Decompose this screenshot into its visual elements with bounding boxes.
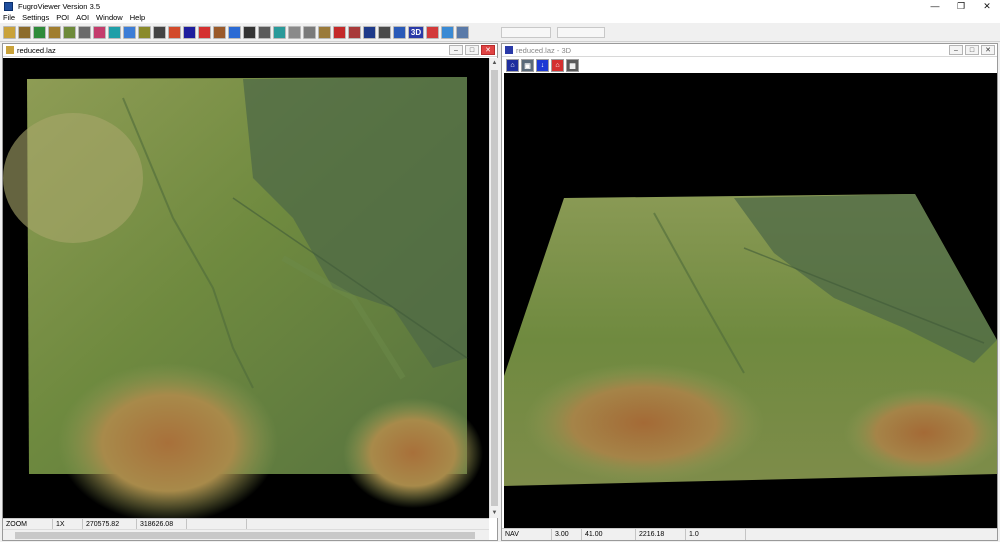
menu-settings[interactable]: Settings <box>22 13 49 22</box>
tin-icon[interactable] <box>273 25 286 39</box>
hill-southeast <box>343 398 483 508</box>
app-title-bar: FugroViewer Version 3.5 — ❐ ✕ <box>0 0 1000 12</box>
scroll-down-icon[interactable]: ▼ <box>490 508 499 518</box>
points-icon[interactable] <box>243 25 256 39</box>
menu-window[interactable]: Window <box>96 13 123 22</box>
profile-icon[interactable] <box>153 25 166 39</box>
open-icon[interactable] <box>3 25 16 39</box>
map-2d-viewport[interactable] <box>3 58 489 518</box>
measure-icon[interactable] <box>378 25 391 39</box>
view-3d-icon <box>505 46 513 54</box>
zoom-window-icon[interactable] <box>318 25 331 39</box>
ramp-icon[interactable] <box>123 25 136 39</box>
poi-pin-icon[interactable] <box>333 25 346 39</box>
layout-icon[interactable]: ▦ <box>566 59 579 72</box>
window-3d-titlebar[interactable]: reduced.laz - 3D – □ ✕ <box>502 44 997 57</box>
rainbow-icon[interactable] <box>198 25 211 39</box>
menu-bar: File Settings POI AOI Window Help <box>0 12 1000 23</box>
home-view-icon[interactable]: ⌂ <box>506 59 519 72</box>
status-value-3: 2216.18 <box>636 529 686 540</box>
grid-select-icon[interactable] <box>258 25 271 39</box>
export-icon[interactable] <box>63 25 76 39</box>
save-icon[interactable] <box>18 25 31 39</box>
close-icon[interactable]: ✕ <box>981 45 995 55</box>
window-2d-titlebar[interactable]: reduced.laz – □ ✕ <box>3 44 497 57</box>
menu-help[interactable]: Help <box>130 13 145 22</box>
restore-icon[interactable]: ❐ <box>948 0 974 12</box>
grid-icon[interactable] <box>78 25 91 39</box>
camera-icon[interactable]: ▣ <box>521 59 534 72</box>
surface-icon[interactable] <box>108 25 121 39</box>
contour-icon[interactable] <box>93 25 106 39</box>
redo-icon[interactable] <box>33 25 46 39</box>
colorize-icon[interactable] <box>168 25 181 39</box>
status-value-4: 1.0 <box>686 529 746 540</box>
main-toolbar: 3D <box>0 23 1000 42</box>
hillshade-icon[interactable] <box>213 25 226 39</box>
pan-hand-icon[interactable] <box>288 25 301 39</box>
status-bar-2d: ZOOM 1X 270575.82 318626.08 <box>3 518 489 529</box>
status-value-1: 3.00 <box>552 529 582 540</box>
toolbar-field-1[interactable] <box>501 26 551 38</box>
stop-icon[interactable] <box>426 25 439 39</box>
close-icon[interactable]: ✕ <box>481 45 495 55</box>
terrain-3d-view[interactable] <box>504 73 997 528</box>
layers-icon[interactable] <box>441 25 454 39</box>
toolbar-field-2[interactable] <box>557 26 605 38</box>
palette-icon[interactable] <box>228 25 241 39</box>
classes-icon[interactable] <box>183 25 196 39</box>
scroll-thumb-horizontal[interactable] <box>15 532 475 539</box>
app-title: FugroViewer Version 3.5 <box>18 1 100 11</box>
minimize-icon[interactable]: – <box>949 45 963 55</box>
menu-aoi[interactable]: AOI <box>76 13 89 22</box>
status-x-coord: 270575.82 <box>83 519 137 529</box>
toolbar-3d: ⌂ ▣ ↓ ⌂ ▦ <box>506 59 581 72</box>
window-3d: reduced.laz - 3D – □ ✕ ⌂ ▣ ↓ ⌂ ▦ NAV 3.0… <box>501 43 998 541</box>
maximize-icon[interactable]: □ <box>465 45 479 55</box>
close-icon[interactable]: ✕ <box>974 0 1000 12</box>
scroll-thumb[interactable] <box>491 70 498 506</box>
zoom-icon[interactable] <box>303 25 316 39</box>
fugro-app-icon <box>4 1 13 11</box>
horizontal-scrollbar-2d[interactable] <box>3 529 489 540</box>
hill-southwest-3d <box>524 363 764 483</box>
window-2d: reduced.laz – □ ✕ ▲ ▼ ZOOM 1X 270575.82 … <box>2 43 499 541</box>
minimize-icon[interactable]: – <box>449 45 463 55</box>
window-3d-title: reduced.laz - 3D <box>516 45 572 55</box>
intensity-icon[interactable] <box>138 25 151 39</box>
status-mode: ZOOM <box>3 519 53 529</box>
status-value-2: 41.00 <box>582 529 636 540</box>
status-mode: NAV <box>502 529 552 540</box>
minimize-icon[interactable]: — <box>922 0 948 12</box>
document-icon <box>6 46 14 54</box>
reset-view-icon[interactable]: ⌂ <box>551 59 564 72</box>
maximize-icon[interactable]: □ <box>965 45 979 55</box>
vertical-scrollbar-2d[interactable]: ▲ ▼ <box>489 58 499 518</box>
query-icon[interactable] <box>363 25 376 39</box>
scroll-up-icon[interactable]: ▲ <box>490 58 499 68</box>
status-bar-3d: NAV 3.00 41.00 2216.18 1.0 <box>502 528 997 540</box>
window-2d-title: reduced.laz <box>17 45 56 55</box>
view-3d-icon[interactable]: 3D <box>408 25 424 39</box>
target-icon[interactable] <box>348 25 361 39</box>
status-empty <box>187 519 247 529</box>
pencil-icon[interactable] <box>393 25 406 39</box>
plateau-region <box>3 113 143 243</box>
load-icon[interactable] <box>48 25 61 39</box>
window-controls: — ❐ ✕ <box>922 0 1000 12</box>
hill-southwest <box>58 363 278 518</box>
stack-icon[interactable] <box>456 25 469 39</box>
move-down-icon[interactable]: ↓ <box>536 59 549 72</box>
status-zoom: 1X <box>53 519 83 529</box>
map-3d-viewport[interactable] <box>504 73 997 528</box>
hill-southeast-3d <box>844 388 997 478</box>
terrain-2d-map[interactable] <box>3 58 489 518</box>
menu-file[interactable]: File <box>3 13 15 22</box>
status-y-coord: 318626.08 <box>137 519 187 529</box>
menu-poi[interactable]: POI <box>56 13 69 22</box>
